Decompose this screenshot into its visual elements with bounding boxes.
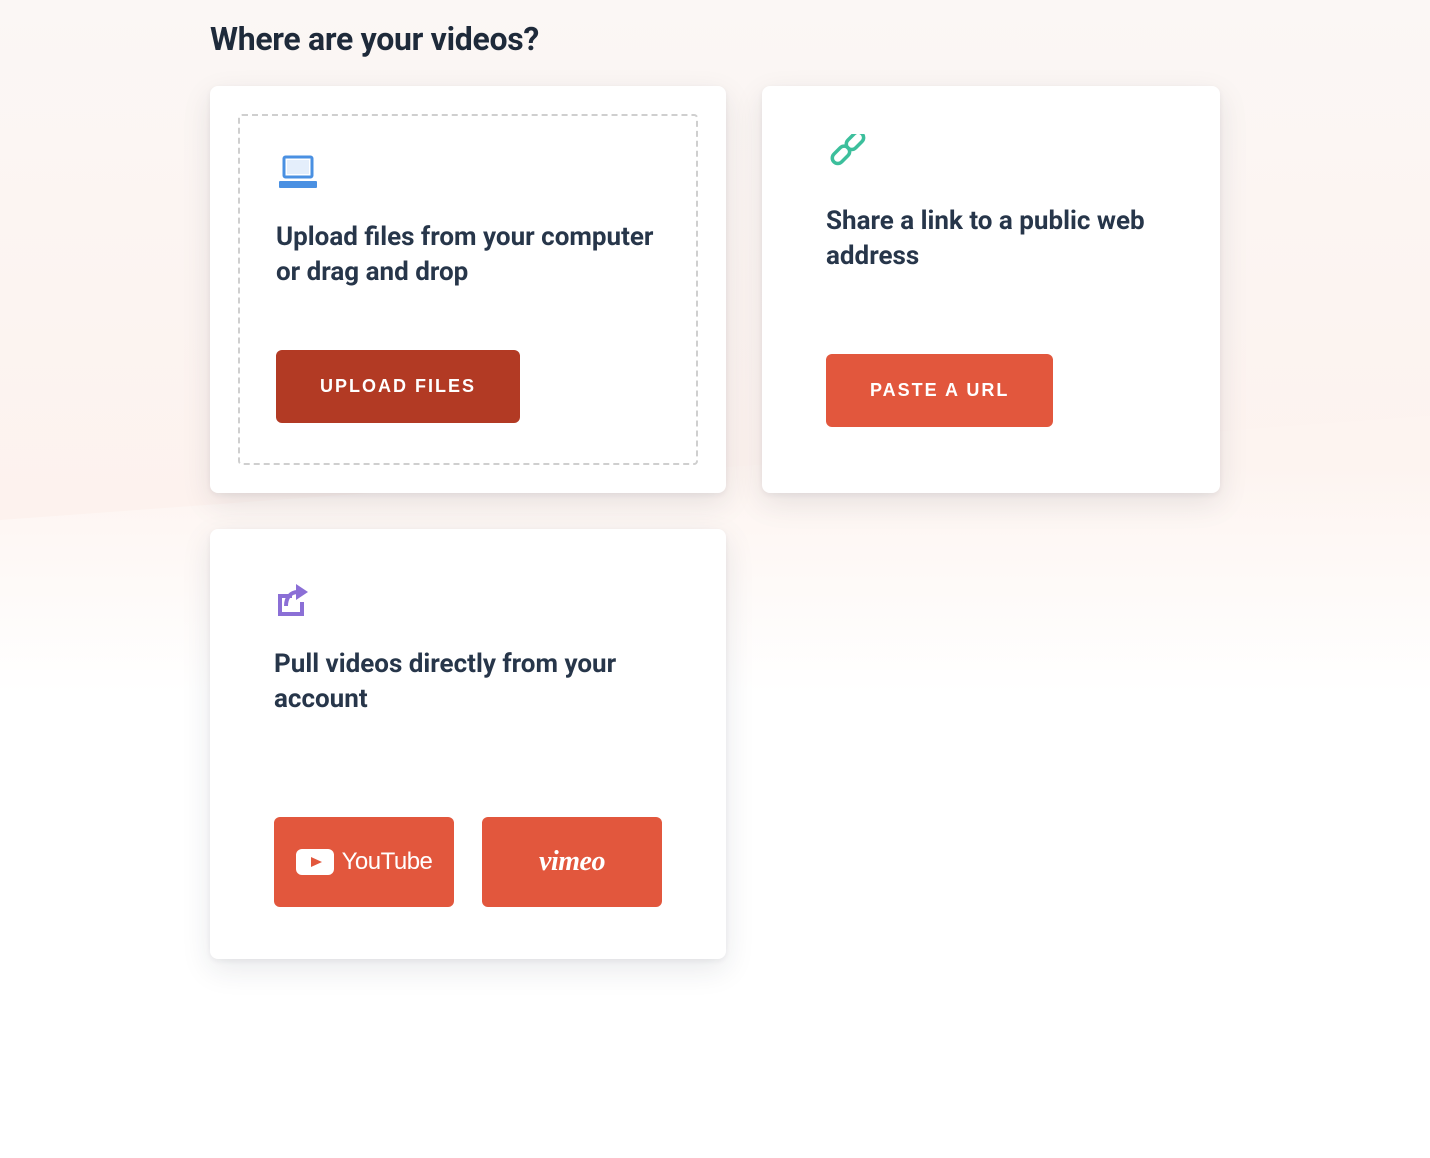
vimeo-label: vimeo: [539, 846, 605, 878]
link-icon: [826, 132, 1156, 182]
upload-card-title: Upload files from your computer or drag …: [276, 220, 660, 290]
youtube-icon: [296, 849, 334, 875]
paste-url-button[interactable]: PASTE A URL: [826, 354, 1053, 427]
upload-dropzone[interactable]: Upload files from your computer or drag …: [238, 114, 698, 465]
upload-card: Upload files from your computer or drag …: [210, 86, 726, 493]
account-card-title: Pull videos directly from your account: [274, 647, 662, 717]
page-heading: Where are your videos?: [210, 20, 1220, 58]
url-card-title: Share a link to a public web address: [826, 204, 1156, 274]
youtube-button[interactable]: YouTube: [274, 817, 454, 907]
laptop-icon: [276, 148, 660, 198]
account-card: Pull videos directly from your account Y…: [210, 529, 726, 959]
share-icon: [274, 575, 662, 625]
upload-files-button[interactable]: UPLOAD FILES: [276, 350, 520, 423]
cards-grid: Upload files from your computer or drag …: [210, 86, 1220, 959]
youtube-label: YouTube: [342, 848, 433, 876]
url-card: Share a link to a public web address PAS…: [762, 86, 1220, 493]
vimeo-button[interactable]: vimeo: [482, 817, 662, 907]
